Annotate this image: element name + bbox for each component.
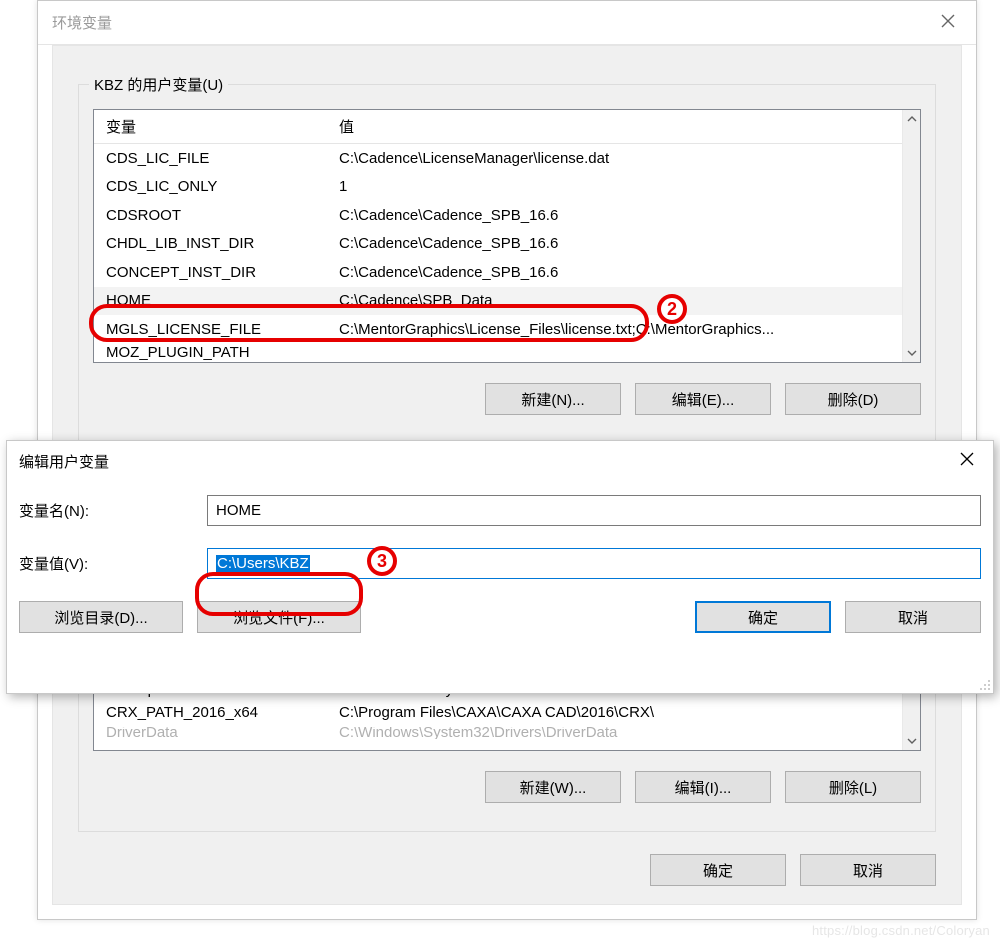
variable-name-row: 变量名(N): HOME (19, 495, 981, 526)
close-icon (960, 452, 974, 470)
variable-name-value: HOME (216, 502, 261, 519)
edit-buttons-row: 浏览目录(D)... 浏览文件(F)... 确定 取消 (19, 601, 981, 633)
annotation-badge-2: 2 (657, 294, 687, 324)
variable-value-label: 变量值(V): (19, 553, 207, 574)
annotation-badge-3: 3 (367, 546, 397, 576)
env-cancel-button[interactable]: 取消 (800, 854, 936, 886)
env-titlebar: 环境变量 (38, 1, 976, 45)
watermark-text: https://blog.csdn.net/Coloryan (812, 923, 990, 938)
variable-value-row: 变量值(V): C:\Users\KBZ (19, 548, 981, 579)
user-variables-group: KBZ 的用户变量(U) 变量 值 CDS_LIC_FILEC:\Cadence… (78, 84, 936, 444)
sys-new-button[interactable]: 新建(W)... (485, 771, 621, 803)
table-row[interactable]: CONCEPT_INST_DIRC:\Cadence\Cadence_SPB_1… (94, 258, 902, 287)
env-dialog-buttons: 确定 取消 (650, 854, 936, 886)
table-row[interactable]: CRX_PATH_2016_x64C:\Program Files\CAXA\C… (94, 698, 902, 727)
col-variable[interactable]: 变量 (94, 116, 339, 137)
variable-name-input[interactable]: HOME (207, 495, 981, 526)
variable-value-value: C:\Users\KBZ (216, 555, 310, 572)
user-list-header[interactable]: 变量 值 (94, 110, 902, 144)
user-variables-group-label: KBZ 的用户变量(U) (89, 74, 228, 95)
env-title: 环境变量 (52, 12, 112, 33)
col-value[interactable]: 值 (339, 116, 902, 137)
env-ok-button[interactable]: 确定 (650, 854, 786, 886)
user-list-scrollbar[interactable] (902, 110, 920, 362)
browse-file-button[interactable]: 浏览文件(F)... (197, 601, 361, 633)
edit-body: 变量名(N): HOME 变量值(V): C:\Users\KBZ 浏览目录(D… (7, 481, 993, 633)
scroll-up-icon[interactable] (903, 110, 920, 128)
edit-titlebar: 编辑用户变量 (7, 441, 993, 481)
close-icon (941, 14, 955, 32)
user-list-inner: 变量 值 CDS_LIC_FILEC:\Cadence\LicenseManag… (94, 110, 902, 362)
table-row-home[interactable]: HOMEC:\Cadence\SPB_Data (94, 287, 902, 316)
edit-title: 编辑用户变量 (19, 451, 109, 472)
table-row[interactable]: MGLS_LICENSE_FILEC:\MentorGraphics\Licen… (94, 315, 902, 344)
variable-name-label: 变量名(N): (19, 500, 207, 521)
edit-ok-button[interactable]: 确定 (695, 601, 831, 633)
sys-edit-button[interactable]: 编辑(I)... (635, 771, 771, 803)
user-new-button[interactable]: 新建(N)... (485, 383, 621, 415)
table-row[interactable]: MOZ_PLUGIN_PATH (94, 344, 902, 362)
table-row[interactable]: CDSROOTC:\Cadence\Cadence_SPB_16.6 (94, 201, 902, 230)
table-row[interactable]: CHDL_LIB_INST_DIRC:\Cadence\Cadence_SPB_… (94, 230, 902, 259)
edit-close-button[interactable] (941, 441, 993, 481)
variable-value-input[interactable]: C:\Users\KBZ (207, 548, 981, 579)
env-close-button[interactable] (920, 1, 976, 44)
resize-grip-icon[interactable] (977, 677, 991, 691)
edit-user-variable-dialog: 编辑用户变量 变量名(N): HOME 变量值(V): C:\Users\KBZ… (6, 440, 994, 694)
scroll-down-icon[interactable] (903, 732, 920, 750)
user-delete-button[interactable]: 删除(D) (785, 383, 921, 415)
table-row[interactable]: DriverDataC:\Windows\System32\Drivers\Dr… (94, 727, 902, 739)
sys-buttons-row: 新建(W)... 编辑(I)... 删除(L) (485, 771, 921, 803)
table-row[interactable]: CDS_LIC_ONLY1 (94, 173, 902, 202)
sys-delete-button[interactable]: 删除(L) (785, 771, 921, 803)
user-buttons-row: 新建(N)... 编辑(E)... 删除(D) (485, 383, 921, 415)
edit-cancel-button[interactable]: 取消 (845, 601, 981, 633)
scroll-down-icon[interactable] (903, 344, 920, 362)
table-row[interactable]: CDS_LIC_FILEC:\Cadence\LicenseManager\li… (94, 144, 902, 173)
browse-directory-button[interactable]: 浏览目录(D)... (19, 601, 183, 633)
user-edit-button[interactable]: 编辑(E)... (635, 383, 771, 415)
user-variables-list[interactable]: 变量 值 CDS_LIC_FILEC:\Cadence\LicenseManag… (93, 109, 921, 363)
